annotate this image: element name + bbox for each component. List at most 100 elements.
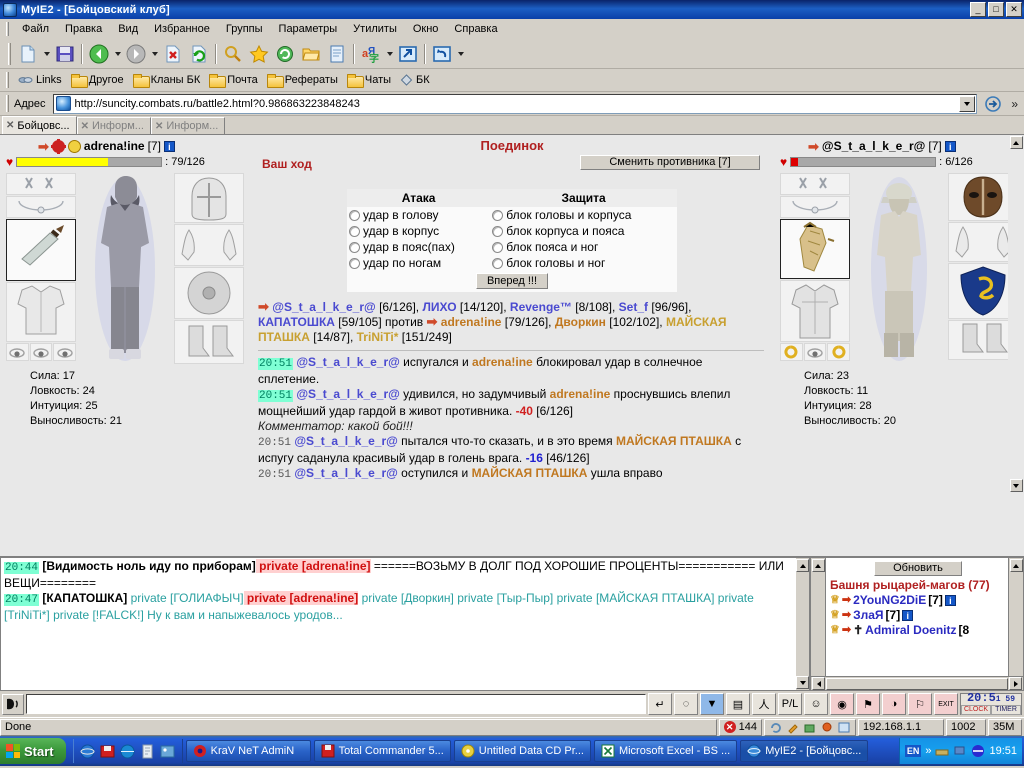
user-scroll-thumb[interactable] xyxy=(826,677,1008,690)
taskbar-item-nero[interactable]: Untitled Data CD Pr... xyxy=(453,740,591,762)
picture-icon[interactable] xyxy=(160,743,176,759)
list-item[interactable]: ♕ ➡ ЗлаЯ [7] i xyxy=(830,608,1006,623)
tray-clock[interactable]: 19:51 xyxy=(989,745,1017,757)
info-icon[interactable]: i xyxy=(944,140,956,152)
menu-grip[interactable] xyxy=(6,21,9,36)
eq-slot-earrings[interactable] xyxy=(780,173,850,195)
eq-slot-ring-1[interactable] xyxy=(780,343,803,361)
eq-slot-necklace[interactable] xyxy=(6,196,76,218)
eq-slot-ring-3[interactable] xyxy=(53,343,77,361)
eq-slot-ring-2[interactable] xyxy=(803,343,827,361)
player-left-name[interactable]: adrena!ine xyxy=(84,139,145,153)
undo-dropdown-icon[interactable] xyxy=(455,42,466,66)
back-icon[interactable] xyxy=(86,42,112,66)
maximize-button[interactable]: □ xyxy=(988,2,1004,17)
link-drugoe[interactable]: Другое xyxy=(68,73,130,88)
defense-radio-head-body[interactable] xyxy=(492,209,504,221)
link-links[interactable]: Links xyxy=(15,73,68,87)
gold-button[interactable]: ◉ xyxy=(830,693,854,715)
address-grip[interactable] xyxy=(6,95,9,112)
group-button[interactable]: ◑ xyxy=(882,693,906,715)
folder-icon[interactable] xyxy=(298,42,324,66)
menu-item-options[interactable]: Параметры xyxy=(271,21,346,37)
eq-slot-earrings[interactable] xyxy=(6,173,76,195)
address-dropdown-icon[interactable] xyxy=(959,95,976,112)
pennant-button[interactable]: ⚐ xyxy=(908,693,932,715)
taskbar-item-total-commander[interactable]: Total Commander 5... xyxy=(313,740,451,762)
info-icon[interactable]: i xyxy=(163,140,175,152)
list-item[interactable]: ♕ ➡ 2YouNG2DiE [7] i xyxy=(830,593,1006,608)
eq-slot-armor[interactable] xyxy=(780,280,850,342)
menu-item-help[interactable]: Справка xyxy=(446,21,505,37)
forward-dropdown-icon[interactable] xyxy=(149,42,160,66)
link-klany-bk[interactable]: Кланы БК xyxy=(130,73,207,88)
menu-item-edit[interactable]: Правка xyxy=(57,21,110,37)
chat-input[interactable] xyxy=(26,694,646,714)
pl-button[interactable]: P/L xyxy=(778,693,802,715)
save-log-button[interactable]: ▤ xyxy=(726,693,750,715)
page-scrollbar[interactable] xyxy=(1008,135,1024,556)
send-button[interactable]: ↵ xyxy=(648,693,672,715)
tab-inform-2[interactable]: ✕ Информ... xyxy=(150,117,226,134)
menu-item-utilities[interactable]: Утилиты xyxy=(345,21,405,37)
save-icon[interactable] xyxy=(52,42,78,66)
user-scroll-right-button[interactable] xyxy=(1009,677,1022,690)
favorites-icon[interactable] xyxy=(246,42,272,66)
eq-slot-weapon[interactable] xyxy=(6,219,76,281)
address-overflow-chevron[interactable]: » xyxy=(1009,97,1020,111)
taskbar-item-myie2[interactable]: MyIE2 - [Бойцовс... xyxy=(740,740,869,762)
chat-scroll-up-button[interactable] xyxy=(796,559,809,572)
info-icon[interactable]: i xyxy=(944,595,956,606)
address-input[interactable]: http://suncity.combats.ru/battle2.html?0… xyxy=(52,93,978,114)
links-grip[interactable] xyxy=(6,72,9,88)
eq-slot-boots[interactable] xyxy=(174,320,244,364)
start-button[interactable]: Start xyxy=(0,738,66,764)
language-indicator[interactable]: EN xyxy=(904,745,922,757)
link-bk[interactable]: БК xyxy=(397,73,436,87)
speak-icon[interactable] xyxy=(2,693,24,715)
ie-icon[interactable] xyxy=(80,743,96,759)
flag-button[interactable]: ⚑ xyxy=(856,693,880,715)
eq-slot-shield[interactable] xyxy=(174,267,244,319)
refresh-icon[interactable] xyxy=(186,42,212,66)
defense-radio-head-legs[interactable] xyxy=(492,257,504,269)
switch-opponent-button[interactable]: Сменить противника [7] xyxy=(580,155,760,170)
eq-slot-ring-3[interactable] xyxy=(827,343,851,361)
chat-messages-panel[interactable]: 20:44 [Видимость ноль иду по приборам] p… xyxy=(0,557,796,691)
new-page-icon[interactable] xyxy=(15,42,41,66)
back-dropdown-icon[interactable] xyxy=(112,42,123,66)
menu-item-file[interactable]: Файл xyxy=(14,21,57,37)
status-icons[interactable] xyxy=(764,718,856,736)
menu-item-view[interactable]: Вид xyxy=(110,21,146,37)
menu-item-window[interactable]: Окно xyxy=(405,21,447,37)
user-list-hscrollbar[interactable] xyxy=(811,676,1023,690)
player-right-name[interactable]: @S_t_a_l_k_e_r@ xyxy=(822,139,925,153)
attack-radio-legs[interactable] xyxy=(349,257,360,269)
link-chaty[interactable]: Чаты xyxy=(344,73,397,88)
new-page-dropdown-icon[interactable] xyxy=(41,42,52,66)
eq-slot-necklace[interactable] xyxy=(780,196,850,218)
toolbar-grip[interactable] xyxy=(8,42,11,65)
erase-button[interactable]: ◌ xyxy=(674,693,698,715)
go-icon[interactable] xyxy=(982,94,1004,114)
attack-radio-belt[interactable] xyxy=(349,241,360,253)
user-scroll-up-button[interactable] xyxy=(811,559,825,572)
user-scroll-left-button[interactable] xyxy=(812,677,825,690)
link-pochta[interactable]: Почта xyxy=(206,73,264,88)
info-icon[interactable]: i xyxy=(902,610,914,621)
minimize-button[interactable]: _ xyxy=(970,2,986,17)
scroll-up-button[interactable] xyxy=(1009,136,1023,149)
tray-chevron[interactable]: » xyxy=(925,745,931,757)
stop-icon[interactable] xyxy=(160,42,186,66)
eq-slot-helmet[interactable] xyxy=(174,173,244,223)
eq-slot-ring-1[interactable] xyxy=(6,343,29,361)
eq-slot-armor[interactable] xyxy=(6,282,76,342)
notepad-icon[interactable] xyxy=(324,42,350,66)
list-item[interactable]: ♕ ➡ ✝ Admiral Doenitz [8 xyxy=(830,623,1006,638)
translate-icon[interactable]: aЯ字 xyxy=(358,42,384,66)
filter-button[interactable]: ▼ xyxy=(700,693,724,715)
error-count-cell[interactable]: ✕ 144 xyxy=(718,718,762,736)
translate-dropdown-icon[interactable] xyxy=(384,42,395,66)
external-icon[interactable] xyxy=(395,42,421,66)
run-button[interactable]: 人 xyxy=(752,693,776,715)
